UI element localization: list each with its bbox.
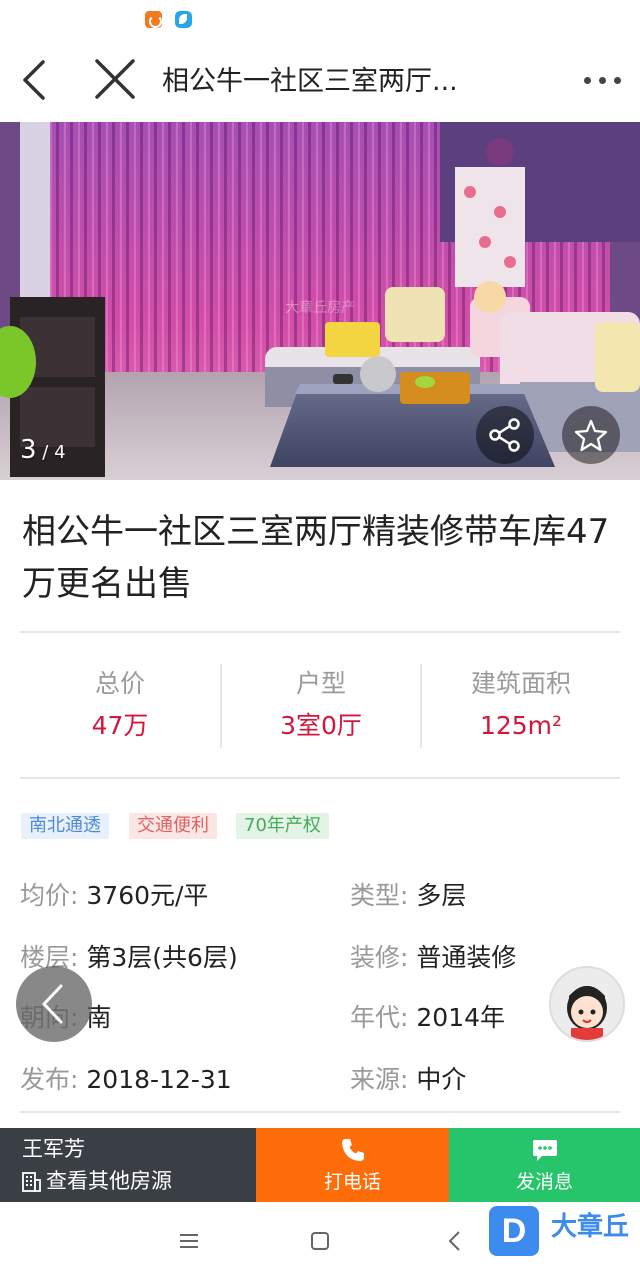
living-room-photo: 大章丘房产: [0, 122, 640, 480]
stat-layout: 户型 3室0厅: [221, 664, 421, 750]
detail-separator: :: [400, 943, 417, 972]
share-button[interactable]: [476, 406, 534, 464]
call-button[interactable]: 打电话: [256, 1128, 449, 1202]
divider: [20, 631, 620, 633]
listing-title: 相公牛一社区三室两厅精装修带车库47万更名出售: [22, 512, 610, 604]
chat-bubble-icon: [532, 1140, 557, 1161]
app-notification-icon: [175, 11, 192, 28]
detail-value: 中介: [416, 1065, 467, 1094]
share-icon: [489, 418, 520, 452]
menu-icon: [180, 1234, 198, 1248]
detail-value: 多层: [416, 881, 467, 910]
view-other-listings-link[interactable]: 查看其他房源: [20, 1166, 172, 1196]
home-square-icon: [311, 1232, 329, 1250]
photo-counter: 3 / 4: [20, 430, 66, 470]
brand-name: 大章丘: [551, 1212, 630, 1242]
page-title: 相公牛一社区三室两厅...: [162, 66, 458, 97]
more-button[interactable]: [578, 62, 626, 98]
photo-total-count: 4: [54, 442, 66, 463]
message-label: 发消息: [515, 1171, 573, 1193]
stat-label: 建筑面积: [470, 669, 571, 698]
brand-watermark: D 大章丘: [489, 1206, 634, 1256]
detail-key: 年代: [350, 1003, 401, 1032]
detail-decoration: 装修: 普通装修: [350, 938, 516, 978]
photo-watermark: 大章丘房产: [285, 299, 355, 316]
system-navigation-bar: D 大章丘: [0, 1202, 640, 1280]
detail-value: 2018-12-31: [86, 1065, 232, 1094]
detail-unit-price: 均价: 3760元/平: [20, 876, 208, 916]
stat-area: 建筑面积 125m²: [421, 664, 621, 750]
detail-value: 第3层(共6层): [86, 943, 238, 972]
view-other-listings-label: 查看其他房源: [46, 1169, 172, 1193]
star-icon: [574, 419, 608, 452]
feature-tag: 70年产权: [236, 813, 329, 839]
detail-separator: :: [70, 1065, 87, 1094]
detail-separator: :: [400, 1003, 417, 1032]
feature-tag: 交通便利: [129, 813, 217, 839]
back-triangle-icon: [449, 1231, 460, 1251]
detail-key: 均价: [20, 881, 71, 910]
favorite-button[interactable]: [562, 406, 620, 464]
feature-tag: 南北通透: [21, 813, 109, 839]
close-button[interactable]: [88, 52, 144, 108]
cartoon-avatar-icon: [551, 968, 623, 1040]
assistant-avatar-button[interactable]: [549, 966, 625, 1042]
agent-name: 王军芳: [22, 1137, 85, 1161]
building-icon: [22, 1172, 41, 1192]
stat-value: 47万: [91, 711, 149, 740]
back-button[interactable]: [12, 52, 68, 108]
divider: [20, 1111, 620, 1113]
divider: [20, 777, 620, 779]
photo-counter-separator: /: [36, 442, 55, 463]
brand-logo: D: [489, 1206, 539, 1256]
uc-browser-notification-icon: [145, 11, 162, 28]
detail-value: 3760元/平: [86, 881, 209, 910]
stat-value: 125m²: [479, 711, 563, 740]
more-dots-icon: [599, 77, 606, 84]
close-icon: [95, 59, 135, 99]
chevron-left-icon: [42, 984, 63, 1024]
detail-key: 发布: [20, 1065, 71, 1094]
navigation-bar: 相公牛一社区三室两厅...: [0, 40, 640, 122]
detail-value: 2014年: [416, 1003, 506, 1032]
floating-back-button[interactable]: [16, 966, 92, 1042]
system-back-button[interactable]: [440, 1226, 470, 1256]
stat-total-price: 总价 47万: [20, 664, 220, 750]
detail-key: 来源: [350, 1065, 401, 1094]
message-button[interactable]: 发消息: [449, 1128, 640, 1202]
detail-key: 装修: [350, 943, 401, 972]
detail-separator: :: [70, 881, 87, 910]
detail-year: 年代: 2014年: [350, 998, 505, 1038]
detail-key: 类型: [350, 881, 401, 910]
detail-published: 发布: 2018-12-31: [20, 1060, 232, 1100]
chevron-left-icon: [23, 60, 45, 100]
agent-panel[interactable]: 王军芳 查看其他房源: [0, 1128, 256, 1202]
detail-source: 来源: 中介: [350, 1060, 466, 1100]
phone-icon: [341, 1139, 364, 1161]
stat-value: 3室0厅: [280, 711, 362, 740]
photo-current-index: 3: [20, 435, 37, 465]
stat-label: 户型: [295, 669, 346, 698]
more-dots-icon: [584, 77, 591, 84]
detail-type: 类型: 多层: [350, 876, 466, 916]
stat-label: 总价: [94, 669, 145, 698]
status-bar: [0, 0, 640, 40]
home-button[interactable]: [305, 1226, 335, 1256]
listing-photo[interactable]: 大章丘房产: [0, 122, 640, 480]
call-label: 打电话: [323, 1171, 381, 1193]
menu-button[interactable]: [174, 1226, 204, 1256]
more-dots-icon: [614, 77, 621, 84]
detail-separator: :: [400, 1065, 417, 1094]
detail-separator: :: [400, 881, 417, 910]
detail-value: 普通装修: [416, 943, 517, 972]
